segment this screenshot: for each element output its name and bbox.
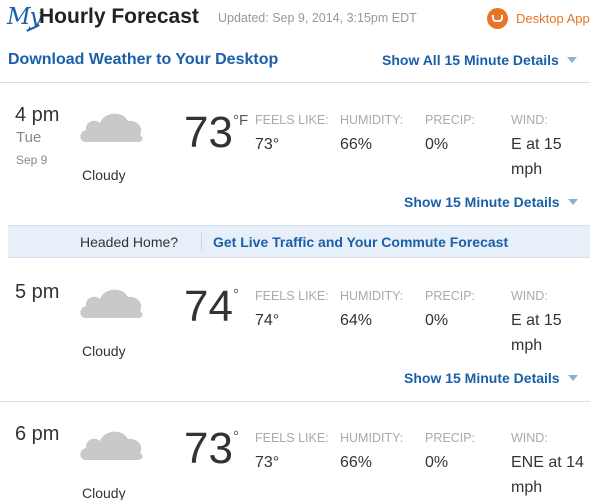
humidity-label: HUMIDITY:	[340, 113, 404, 127]
desktop-app-icon[interactable]	[487, 8, 508, 29]
humidity-label: HUMIDITY:	[340, 431, 404, 445]
feels-like-label: FEELS LIKE:	[255, 113, 329, 127]
temperature: 73°	[184, 424, 239, 474]
feels-like-value: 73°	[255, 136, 280, 153]
hour-row-4pm: 4 pm Tue Sep 9 Cloudy 73°F FEELS LIKE: 7…	[0, 83, 590, 223]
humidity-label: HUMIDITY:	[340, 289, 404, 303]
cloud-icon	[80, 289, 143, 318]
precip-value: 0%	[425, 312, 449, 329]
cloud-icon	[80, 431, 143, 460]
precip-value: 0%	[425, 136, 449, 153]
hour-row-6pm: 6 pm Cloudy 73° FEELS LIKE: 73° HUMIDITY…	[0, 401, 590, 500]
temperature-unit: °	[232, 428, 239, 445]
humidity-value: 64%	[340, 312, 373, 329]
page-title: Hourly Forecast	[39, 5, 199, 28]
temperature-unit: °F	[232, 112, 249, 129]
precip-label: PRECIP:	[425, 431, 476, 445]
hour-time: 6 pm	[15, 423, 60, 445]
commute-banner: Headed Home? Get Live Traffic and Your C…	[8, 225, 590, 258]
temperature-value: 73	[184, 108, 233, 157]
condition-text: Cloudy	[82, 485, 126, 500]
hour-row-5pm: 5 pm Cloudy 74° FEELS LIKE: 74° HUMIDITY…	[0, 259, 590, 399]
headed-home-text: Headed Home?	[80, 234, 179, 250]
cloud-icon	[80, 113, 143, 142]
hour-day: Tue	[16, 129, 42, 146]
chevron-down-icon	[567, 199, 578, 205]
humidity-value: 66%	[340, 454, 373, 471]
feels-like-value: 73°	[255, 454, 280, 471]
show-15-minute-details-link[interactable]: Show 15 Minute Details	[404, 370, 578, 386]
wind-value: E at 15 mph	[511, 136, 562, 178]
show-15-label: Show 15 Minute Details	[404, 194, 560, 210]
show-15-label: Show 15 Minute Details	[404, 370, 560, 386]
chevron-down-icon	[566, 57, 577, 63]
temperature-value: 74	[184, 282, 233, 331]
wind-label: WIND:	[511, 113, 548, 127]
hour-time: 5 pm	[15, 281, 60, 303]
wind-value: E at 15 mph	[511, 312, 562, 354]
download-weather-link[interactable]: Download Weather to Your Desktop	[8, 51, 278, 69]
feels-like-label: FEELS LIKE:	[255, 431, 329, 445]
show-all-15-minute-details-link[interactable]: Show All 15 Minute Details	[382, 52, 577, 68]
desktop-app-link[interactable]: Desktop App	[516, 11, 590, 26]
wind-value: ENE at 14 mph	[511, 454, 584, 496]
temperature-unit: °	[232, 286, 239, 303]
wind-label: WIND:	[511, 431, 548, 445]
condition-text: Cloudy	[82, 167, 126, 183]
feels-like-value: 74°	[255, 312, 280, 329]
hour-time: 4 pm	[15, 104, 60, 126]
temperature: 73°F	[184, 108, 248, 158]
banner-divider	[201, 233, 202, 251]
updated-timestamp: Updated: Sep 9, 2014, 3:15pm EDT	[218, 11, 417, 25]
temperature-value: 73	[184, 424, 233, 473]
feels-like-label: FEELS LIKE:	[255, 289, 329, 303]
condition-text: Cloudy	[82, 343, 126, 359]
precip-label: PRECIP:	[425, 289, 476, 303]
chevron-down-icon	[567, 375, 578, 381]
precip-label: PRECIP:	[425, 113, 476, 127]
show-all-label: Show All 15 Minute Details	[382, 52, 559, 68]
temperature: 74°	[184, 282, 239, 332]
humidity-value: 66%	[340, 136, 373, 153]
hour-date: Sep 9	[16, 153, 48, 167]
precip-value: 0%	[425, 454, 449, 471]
live-traffic-link[interactable]: Get Live Traffic and Your Commute Foreca…	[213, 234, 508, 250]
wind-label: WIND:	[511, 289, 548, 303]
show-15-minute-details-link[interactable]: Show 15 Minute Details	[404, 194, 578, 210]
